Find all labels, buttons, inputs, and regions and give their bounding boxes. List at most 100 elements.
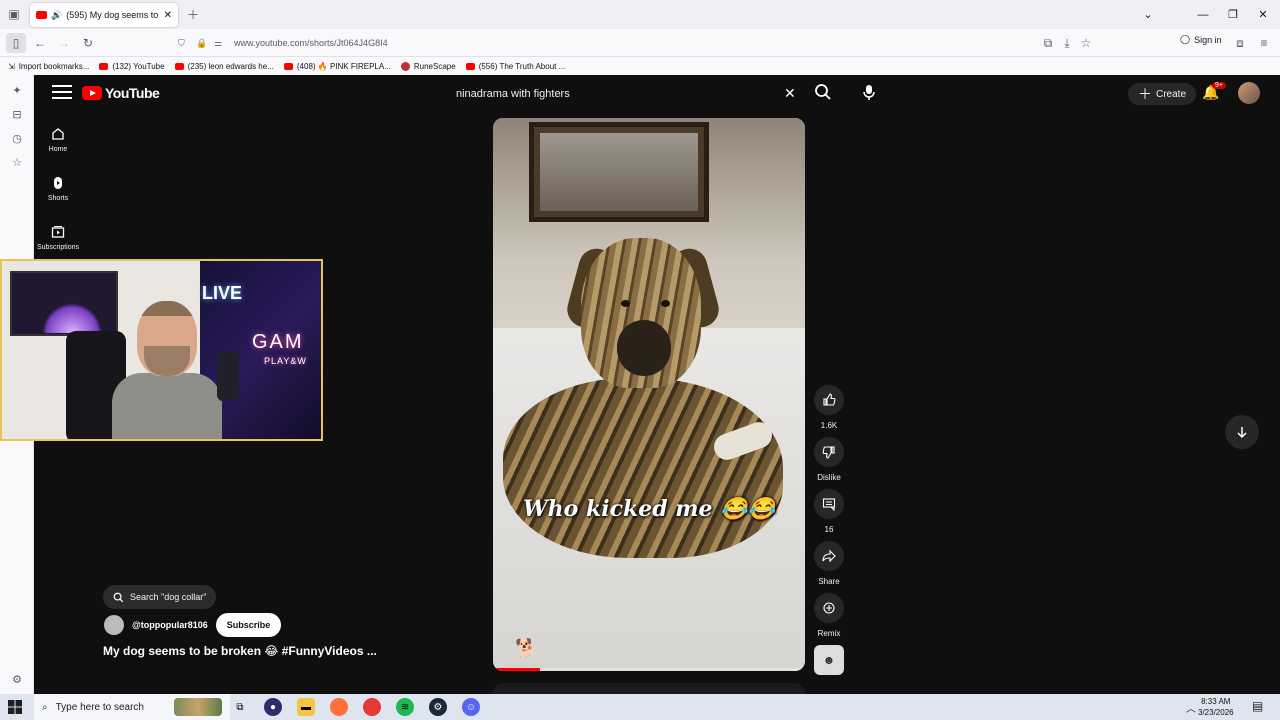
comments-button[interactable]: 16 (812, 489, 846, 534)
sidebar-item-label: Subscriptions (36, 244, 80, 251)
taskbar-clock[interactable]: 8:33 AM 3/23/2026 (1198, 696, 1234, 718)
sidebar-item-label: Home (48, 146, 68, 153)
shield-icon[interactable]: ⛉ (178, 38, 192, 49)
sidebar-item-shorts[interactable]: Shorts (34, 176, 82, 202)
search-button[interactable] (814, 83, 832, 106)
url-text[interactable]: www.youtube.com/shorts/Jt064J4G8I4 (234, 38, 388, 48)
close-window-button[interactable]: ✕ (1248, 0, 1278, 29)
tab-title: (595) My dog seems to be b (66, 10, 159, 20)
audio-icon[interactable]: 🔊 (51, 10, 62, 21)
bookmark-youtube[interactable]: (132) YouTube (99, 62, 165, 71)
bookmark-pink-fireplace[interactable]: (408) 🔥 PINK FIREPLA... (283, 61, 391, 71)
short-video-player[interactable]: Who kicked me 😂😂 🐕 (493, 118, 805, 671)
task-view-icon[interactable]: ⧉ (231, 698, 249, 716)
back-arrow-icon[interactable]: ← (30, 33, 50, 53)
channel-avatar[interactable] (104, 615, 124, 635)
search-box[interactable] (446, 81, 806, 107)
like-button[interactable]: 1.6K (812, 385, 846, 430)
windows-start-icon[interactable] (8, 700, 22, 714)
address-bar[interactable]: ⛉ 🔒 ⚌ www.youtube.com/shorts/Jt064J4G8I4 (178, 33, 1098, 53)
create-button[interactable]: ＋ Create (1128, 83, 1197, 105)
sidebar-item-subscriptions[interactable]: Subscriptions (34, 225, 82, 251)
ai-chatbot-icon[interactable]: ✦ (9, 82, 25, 98)
youtube-logo[interactable]: YouTube (82, 85, 160, 101)
dislike-label: Dislike (817, 473, 841, 482)
sound-button[interactable]: ☻ (812, 645, 846, 675)
video-title[interactable]: My dog seems to be broken 😂 #FunnyVideos… (103, 644, 377, 658)
save-to-pocket-icon[interactable]: ⤓ (1057, 33, 1077, 53)
browser-tab[interactable]: 🔊 (595) My dog seems to be b ✕ (30, 3, 178, 27)
account-icon: ◯ (1180, 34, 1191, 44)
like-count: 1.6K (820, 421, 838, 430)
close-tab-icon[interactable]: ✕ (164, 10, 172, 21)
picture-in-picture-icon[interactable]: ⧉ (1038, 33, 1058, 53)
create-label: Create (1156, 88, 1187, 100)
lock-icon[interactable]: 🔒 (196, 38, 210, 49)
extensions-icon[interactable]: ⧈ (1230, 33, 1250, 53)
bookmark-import[interactable]: ⇲ Import bookmarks... (8, 62, 89, 71)
voice-search-button[interactable] (860, 83, 878, 106)
video-progress-bar[interactable] (493, 668, 805, 671)
remix-button[interactable]: Remix (812, 593, 846, 638)
bookmark-leon-edwards[interactable]: (235) leon edwards he... (174, 61, 274, 71)
channel-sound-icon: ☻ (822, 653, 836, 667)
bookmark-label: (408) 🔥 PINK FIREPLA... (296, 61, 391, 71)
microphone-icon (863, 85, 875, 100)
bookmark-truth-about[interactable]: (556) The Truth About ... (465, 62, 565, 71)
history-icon[interactable]: ◷ (9, 130, 25, 146)
obs-icon[interactable]: ● (264, 698, 282, 716)
subscriptions-icon (51, 226, 65, 238)
sign-in-button[interactable]: ◯ Sign in (1180, 34, 1222, 45)
next-short-button[interactable] (1225, 415, 1259, 449)
forward-arrow-icon[interactable]: → (54, 33, 74, 53)
taskbar-search-placeholder: Type here to search (55, 701, 144, 713)
notification-center-icon[interactable]: ▤ (1252, 699, 1263, 713)
neon-gam-sign: GAM (252, 331, 304, 353)
spotify-icon[interactable]: ≋ (396, 698, 414, 716)
youtube-wordmark: YouTube (105, 85, 160, 101)
notification-badge: 9+ (1212, 82, 1226, 89)
new-tab-button[interactable]: ＋ (183, 4, 203, 24)
firefox-icon[interactable] (330, 698, 348, 716)
bookmark-label: (235) leon edwards he... (187, 61, 274, 71)
search-input[interactable] (446, 88, 766, 100)
clock-time: 8:33 AM (1201, 697, 1231, 706)
tab-list-chevron-icon[interactable]: ⌄ (1133, 0, 1163, 29)
sidebar-item-home[interactable]: Home (34, 127, 82, 153)
search-highlight-image[interactable] (174, 698, 222, 716)
reload-icon[interactable]: ↻ (78, 33, 98, 53)
streamer-webcam-overlay: LIVE GAM PLAY&W (0, 259, 323, 441)
bookmark-runescape[interactable]: RuneScape (400, 61, 456, 71)
tab-overview-icon[interactable]: ▣ (4, 4, 24, 24)
fireplace-screen (42, 303, 102, 333)
neon-play-sign: PLAY&W (264, 356, 307, 366)
dislike-button[interactable]: Dislike (812, 437, 846, 482)
discord-icon[interactable]: ☺ (462, 698, 480, 716)
file-explorer-icon[interactable]: ▬ (297, 698, 315, 716)
sign-in-label: Sign in (1194, 34, 1222, 45)
next-short-preview[interactable] (493, 683, 805, 694)
clear-search-icon[interactable]: ✕ (784, 85, 796, 102)
bookmark-star-icon[interactable]: ☆ (1076, 33, 1096, 53)
record-icon[interactable] (363, 698, 381, 716)
maximize-button[interactable]: ❐ (1218, 0, 1248, 29)
youtube-icon (283, 62, 293, 70)
sidebar-toggle-icon[interactable]: ▯ (6, 33, 26, 53)
app-menu-icon[interactable]: ≡ (1254, 33, 1274, 53)
subscribe-button[interactable]: Subscribe (215, 613, 282, 637)
related-search-chip[interactable]: Search "dog collar" (103, 585, 217, 609)
bookmarks-icon[interactable]: ☆ (9, 154, 25, 170)
synced-tabs-icon[interactable]: ⊟ (9, 106, 25, 122)
settings-gear-icon[interactable]: ⚙ (9, 671, 25, 687)
permissions-icon[interactable]: ⚌ (214, 38, 228, 49)
hamburger-menu-icon[interactable] (52, 85, 72, 101)
steam-icon[interactable]: ⚙ (429, 698, 447, 716)
video-caption: Who kicked me 😂😂 (522, 496, 776, 522)
show-hidden-icons-chevron-icon[interactable]: ︿ (1186, 700, 1196, 715)
account-avatar[interactable] (1238, 82, 1260, 104)
share-button[interactable]: Share (812, 541, 846, 586)
channel-name[interactable]: @toppopular8106 (132, 620, 208, 630)
bookmark-label: RuneScape (413, 61, 456, 71)
minimize-button[interactable]: — (1188, 0, 1218, 29)
import-icon: ⇲ (8, 61, 15, 71)
